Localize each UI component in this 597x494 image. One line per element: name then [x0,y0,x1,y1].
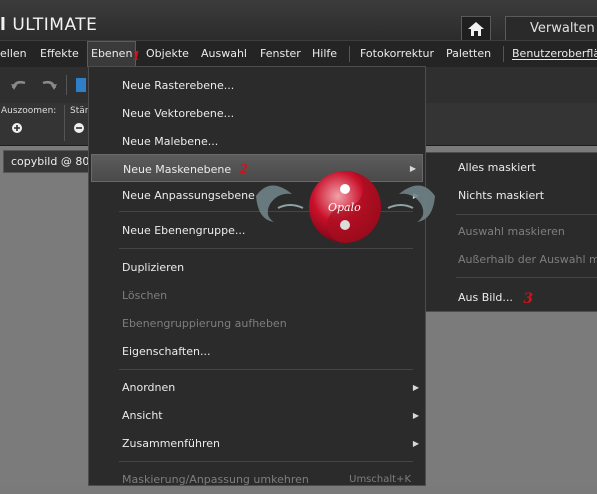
menu-item-label: Aus Bild... [458,291,513,304]
yin-yang-logo-icon: Opalo [256,171,435,243]
menu-item-label: Ansicht [122,409,163,422]
menu-layers[interactable]: Ebenen [87,41,137,67]
step-2-marker: 2 [239,162,249,176]
menu-palettes[interactable]: Paletten [446,41,491,67]
home-icon [468,21,484,36]
mask-layer-submenu: Alles maskiert Nichts maskiert Auswahl m… [425,152,597,312]
menu-item-label: Maskierung/Anpassung umkehren [122,473,309,486]
menu-item-show-all[interactable]: Nichts maskiert [426,182,597,210]
menu-effects[interactable]: Effekte [40,41,79,67]
menu-item-label: Neue Anpassungsebene [122,189,255,202]
zoom-out-label: Auszoomen: [1,106,57,116]
submenu-arrow-icon: ▶ [412,411,419,420]
menu-separator [456,277,597,278]
svg-text:Opalo: Opalo [328,201,361,214]
menu-item-mask-outside-selection: Außerhalb der Auswahl ma [458,253,597,266]
menu-bar: ellen Effekte Ebenen 1 Objekte Auswahl F… [0,40,597,67]
menu-item-merge[interactable]: Zusammenführen ▶ [89,430,425,458]
menu-item-delete: Löschen [122,289,168,302]
layers-dropdown-menu: Neue Rasterebene... Neue Vektorebene... … [88,66,426,486]
menu-item-new-art-media-layer[interactable]: Neue Malebene... [89,128,425,156]
menu-item-invert-mask-adjustment: Maskierung/Anpassung umkehren Umschalt+K [89,466,425,494]
menu-item-mask-selection: Auswahl maskieren [458,225,565,238]
menu-item-label: Zusammenführen [122,437,220,450]
zoom-in-icon[interactable] [11,122,23,134]
watermark-logo: Opalo [248,164,443,250]
save-icon[interactable] [76,78,86,92]
menu-selection[interactable]: Auswahl [201,41,247,67]
menu-layers-label: Ebenen [91,47,133,60]
menu-item-duplicate[interactable]: Duplizieren [89,254,425,282]
menu-item-hide-all[interactable]: Alles maskiert [426,154,597,182]
zoom-out-icon[interactable] [73,122,85,134]
submenu-arrow-icon: ▶ [412,383,419,392]
menu-item-from-image[interactable]: Aus Bild... 3 [426,283,597,311]
menu-separator [119,461,413,462]
step-3-marker: 3 [523,291,534,307]
menu-item-label: Neue Maskenebene [123,163,232,176]
menu-item-view[interactable]: Ansicht ▶ [89,402,425,430]
menu-item-arrange[interactable]: Anordnen ▶ [89,374,425,402]
title-bar: l ULTIMATE Verwalten [0,0,597,40]
strength-label: Stär [70,106,89,116]
toolbar-divider [64,105,65,141]
menu-photo-correction[interactable]: Fotokorrektur [360,41,434,67]
tab-manage[interactable]: Verwalten [505,16,597,40]
shortcut-label: Umschalt+K [349,474,411,485]
redo-icon[interactable] [40,78,58,92]
menu-item-ungroup-layers: Ebenengruppierung aufheben [122,317,287,330]
document-tab[interactable]: copybild @ 80 [3,150,93,173]
menu-item-new-raster-layer[interactable]: Neue Rasterebene... [89,72,425,100]
menu-window[interactable]: Fenster [260,41,301,67]
toolbar-divider [66,75,67,95]
menu-item-properties[interactable]: Eigenschaften... [89,338,425,366]
app-title: l ULTIMATE [0,15,98,35]
menu-user-interface[interactable]: Benutzeroberfläc [512,41,597,67]
home-button[interactable] [461,16,491,40]
menu-edit-partial[interactable]: ellen [0,41,27,67]
step-1-marker: 1 [132,49,141,63]
undo-icon[interactable] [10,78,28,92]
menu-help[interactable]: Hilfe [312,41,337,67]
menu-divider [349,46,350,62]
menu-item-new-vector-layer[interactable]: Neue Vektorebene... [89,100,425,128]
menu-item-label: Anordnen [122,381,176,394]
menu-divider [503,46,504,62]
menu-separator [456,214,597,215]
submenu-arrow-icon: ▶ [412,439,419,448]
menu-separator [119,369,413,370]
menu-objects[interactable]: Objekte [146,41,189,67]
